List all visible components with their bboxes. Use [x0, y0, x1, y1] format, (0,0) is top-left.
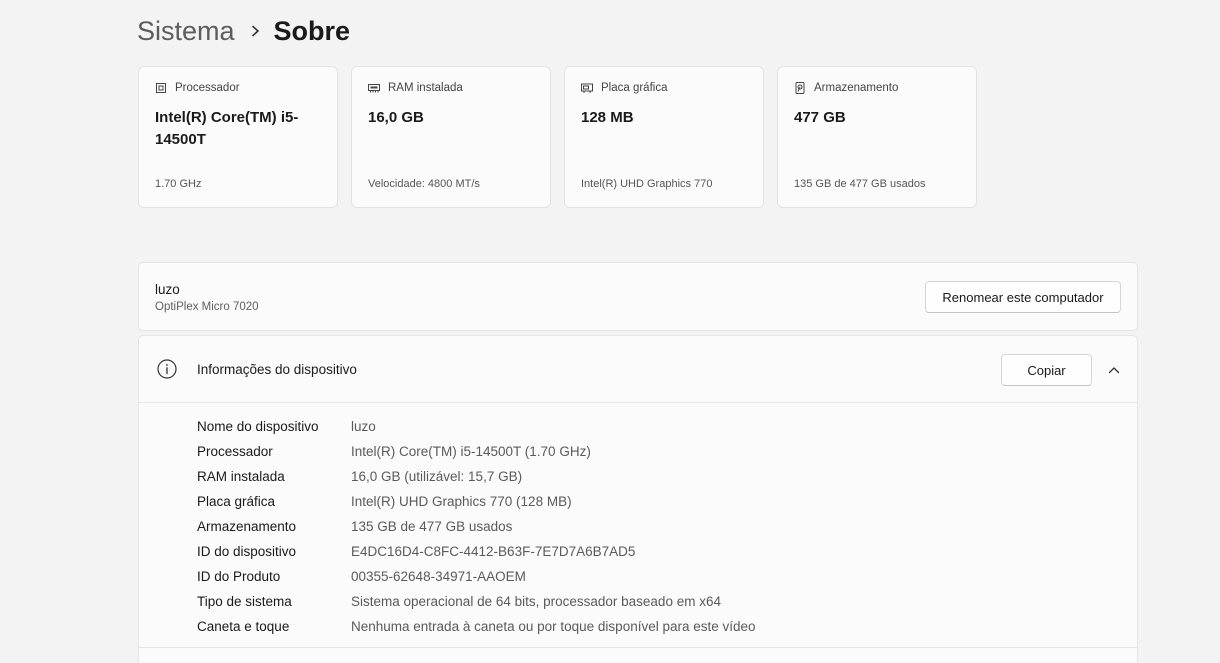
property-row: Armazenamento 135 GB de 477 GB usados [197, 514, 756, 539]
spec-card-processor: Processador Intel(R) Core(TM) i5-14500T … [138, 66, 338, 208]
computer-model: OptiPlex Micro 7020 [155, 301, 259, 313]
spec-card-graphics: Placa gráfica 128 MB Intel(R) UHD Graphi… [564, 66, 764, 208]
chevron-right-icon [251, 25, 260, 37]
device-info-panel: Informações do dispositivo Copiar Nome d… [138, 335, 1138, 663]
property-value: 00355-62648-34971-AAOEM [351, 569, 526, 584]
property-value: 16,0 GB (utilizável: 15,7 GB) [351, 469, 523, 484]
spec-cards: Processador Intel(R) Core(TM) i5-14500T … [138, 66, 977, 208]
property-value: Sistema operacional de 64 bits, processa… [351, 594, 721, 609]
chevron-up-icon[interactable] [1107, 363, 1121, 377]
card-value: 477 GB [794, 109, 846, 126]
property-row: Caneta e toque Nenhuma entrada à caneta o… [197, 614, 756, 639]
device-properties-list: Nome do dispositivo luzo Processador Intel… [197, 414, 756, 639]
breadcrumb-parent-sistema[interactable]: Sistema [137, 16, 235, 47]
property-key: Tipo de sistema [197, 594, 292, 609]
card-subtext: Velocidade: 4800 MT/s [368, 178, 480, 190]
spec-card-storage: Armazenamento 477 GB 135 GB de 477 GB us… [777, 66, 977, 208]
breadcrumb: Sistema Sobre [137, 12, 350, 50]
info-icon [157, 359, 177, 379]
page-title: Sobre [273, 15, 351, 46]
graphics-card-icon [581, 83, 593, 93]
property-value: luzo [351, 419, 376, 434]
card-subtext: Intel(R) UHD Graphics 770 [581, 178, 713, 190]
device-info-header[interactable]: Informações do dispositivo Copiar [139, 336, 1137, 403]
property-key: Nome do dispositivo [197, 419, 319, 434]
rename-computer-button[interactable]: Renomear este computador [925, 281, 1121, 313]
property-row: ID do dispositivo E4DC16D4-C8FC-4412-B63F… [197, 539, 756, 564]
card-label: Placa gráfica [601, 82, 668, 94]
card-subtext: 135 GB de 477 GB usados [794, 178, 926, 190]
divider [139, 647, 1137, 648]
card-label: RAM instalada [388, 82, 463, 94]
property-value: Intel(R) Core(TM) i5-14500T (1.70 GHz) [351, 444, 591, 459]
ram-icon [368, 84, 380, 93]
property-key: Processador [197, 444, 273, 459]
card-value: Intel(R) Core(TM) i5-14500T [155, 109, 299, 148]
property-value: 135 GB de 477 GB usados [351, 519, 513, 534]
card-subtext: 1.70 GHz [155, 178, 202, 190]
property-row: RAM instalada 16,0 GB (utilizável: 15,7 G… [197, 464, 756, 489]
processor-icon [156, 83, 166, 93]
property-key: Placa gráfica [197, 494, 276, 509]
property-value: Intel(R) UHD Graphics 770 (128 MB) [351, 494, 572, 509]
property-row: ID do Produto 00355-62648-34971-AAOEM [197, 564, 756, 589]
settings-about-page: Sistema Sobre Processador Intel(R) Core(… [0, 0, 1220, 663]
property-key: ID do dispositivo [197, 544, 297, 559]
property-key: ID do Produto [197, 569, 281, 584]
device-info-title: Informações do dispositivo [197, 362, 357, 377]
card-value: 128 MB [581, 109, 634, 126]
property-row: Tipo de sistema Sistema operacional de 64… [197, 589, 756, 614]
property-row: Placa gráfica Intel(R) UHD Graphics 770 (… [197, 489, 756, 514]
spec-card-ram: RAM instalada 16,0 GB Velocidade: 4800 M… [351, 66, 551, 208]
property-value: Nenhuma entrada à caneta ou por toque di… [351, 619, 756, 634]
copy-button[interactable]: Copiar [1001, 354, 1092, 386]
property-row: Processador Intel(R) Core(TM) i5-14500T (… [197, 439, 756, 464]
property-key: Armazenamento [197, 519, 297, 534]
property-value: E4DC16D4-C8FC-4412-B63F-7E7D7A6B7AD5 [351, 544, 636, 559]
card-label: Armazenamento [814, 82, 899, 94]
card-label: Processador [175, 82, 240, 94]
property-key: RAM instalada [197, 469, 285, 484]
property-key: Caneta e toque [197, 619, 290, 634]
computer-name-panel: luzo OptiPlex Micro 7020 Renomear este c… [138, 262, 1138, 331]
property-row: Nome do dispositivo luzo [197, 414, 756, 439]
storage-icon [795, 82, 805, 94]
card-value: 16,0 GB [368, 109, 424, 126]
computer-name: luzo [155, 282, 180, 297]
